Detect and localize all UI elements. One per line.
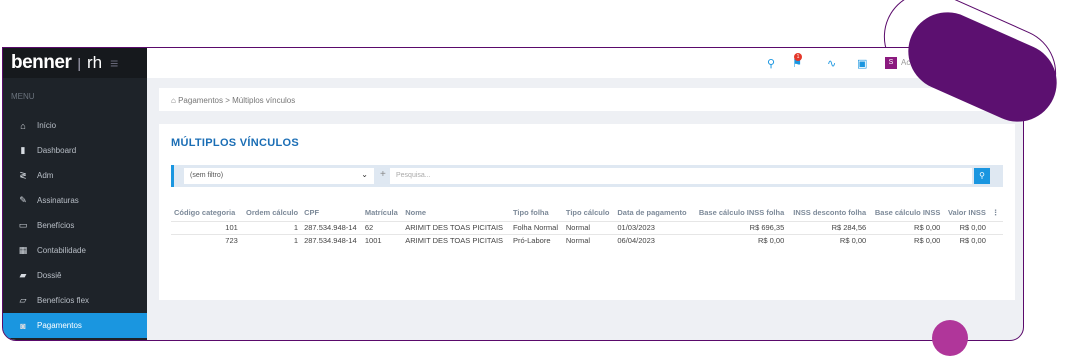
table-cell: Normal <box>562 234 615 247</box>
column-header[interactable]: Nome <box>402 208 510 222</box>
card-icon: ▭ <box>18 220 28 230</box>
table-cell: R$ 696,35 <box>692 221 788 235</box>
home-icon[interactable]: ⌂ <box>171 96 176 105</box>
sidebar-item-label: Dashboard <box>37 146 77 155</box>
column-header[interactable]: Valor INSS <box>943 208 989 222</box>
table-header-row: Código categoria Ordem cálculo CPF Matrícul… <box>171 208 1003 222</box>
chart-icon[interactable]: ∿ <box>827 57 836 70</box>
sidebar-menu: ⌂ Início ▮ Dashboard ≷ Adm ✎ Assinaturas ▭ Benefí… <box>3 113 147 338</box>
table-cell: 287.534.948-14 <box>301 234 362 247</box>
table-cell: ARIMIT DES TOAS PICITAIS <box>402 234 510 247</box>
sidebar-item-label: Benefícios flex <box>37 296 90 305</box>
logo-brand: benner <box>11 52 72 73</box>
table-cell: 06/04/2023 <box>614 234 693 247</box>
results-table: Código categoria Ordem cálculo CPF Matrícul… <box>171 208 1003 247</box>
folder-icon: ▰ <box>19 270 27 280</box>
sidebar-item-dashboard[interactable]: ▮ Dashboard <box>3 138 147 163</box>
column-header[interactable]: Tipo folha <box>510 208 563 222</box>
column-header[interactable]: Data de pagamento <box>614 208 692 222</box>
column-header[interactable]: INSS desconto folha <box>787 208 869 222</box>
table-cell <box>988 234 1003 247</box>
notification-badge: 1 <box>794 53 802 61</box>
column-header[interactable]: Código categoria <box>171 208 241 222</box>
table-cell: R$ 0,00 <box>869 234 944 247</box>
table-cell: 62 <box>361 221 403 235</box>
column-header[interactable]: Base cálculo INSS <box>869 208 943 222</box>
table-row[interactable]: 723 1 287.534.948-14 1001 ARIMIT DES TOAS PI… <box>171 234 1003 247</box>
table-row[interactable]: 101 1 287.534.948-14 62 ARIMIT DES TOAS PICI… <box>171 221 1003 235</box>
sidebar-item-in-cio[interactable]: ⌂ Início <box>3 113 147 138</box>
document-icon[interactable]: ▣ <box>857 57 867 70</box>
table-cell: 1 <box>240 221 302 235</box>
topbar: ⚲ ⚑ 1 ∿ ▣ S Ac <box>147 48 1023 78</box>
table-cell: 101 <box>171 221 241 235</box>
flex-card-icon: ▱ <box>19 295 27 305</box>
sidebar-item-label: Assinaturas <box>37 196 79 205</box>
content-card: MÚLTIPLOS VÍNCULOS (sem filtro) ⌄ + Pesq… <box>159 124 1015 300</box>
sidebar-item-label: Benefícios <box>37 221 75 230</box>
sidebar-item-benef-cios-flex[interactable]: ▱ Benefícios flex <box>3 288 147 313</box>
column-header[interactable]: CPF <box>301 208 362 222</box>
sidebar-item-contabilidade[interactable]: ▦ Contabilidade <box>3 238 147 263</box>
sidebar: benner | rh ≡ MENU ⌂ Início ▮ Dashboard ≷ Adm… <box>3 48 147 340</box>
table-cell: 723 <box>171 234 241 247</box>
signature-icon: ✎ <box>19 195 27 205</box>
page-title: MÚLTIPLOS VÍNCULOS <box>171 137 300 149</box>
bar-chart-icon: ▮ <box>20 145 26 155</box>
sidebar-item-label: Dossiê <box>37 271 62 280</box>
table-cell: R$ 0,00 <box>787 234 870 247</box>
table-body: 101 1 287.534.948-14 62 ARIMIT DES TOAS PICI… <box>171 221 1003 247</box>
sidebar-item-label: Pagamentos <box>37 321 82 330</box>
avatar[interactable]: S <box>885 57 897 69</box>
filter-bar: (sem filtro) ⌄ + Pesquisa... ⚲ <box>171 165 1003 187</box>
chevron-down-icon: ⌄ <box>361 170 368 179</box>
table-cell: Pró-Labore <box>509 234 563 247</box>
menu-heading: MENU <box>11 92 35 101</box>
table-cell: Folha Normal <box>509 221 563 235</box>
add-filter-icon[interactable]: + <box>380 169 386 180</box>
table-cell: R$ 0,00 <box>943 221 989 235</box>
sidebar-item-label: Início <box>37 121 57 130</box>
sidebar-item-adm[interactable]: ≷ Adm <box>3 163 147 188</box>
column-header[interactable]: Matrícula <box>362 208 402 222</box>
sidebar-item-label: Contabilidade <box>37 246 86 255</box>
logo-module: rh <box>87 53 103 72</box>
filter-select[interactable]: (sem filtro) ⌄ <box>184 168 374 184</box>
calculator-icon: ▦ <box>18 245 28 255</box>
table-cell <box>988 221 1003 235</box>
table-cell: 01/03/2023 <box>614 221 693 235</box>
table-cell: ARIMIT DES TOAS PICITAIS <box>402 221 510 235</box>
sidebar-item-benef-cios[interactable]: ▭ Benefícios <box>3 213 147 238</box>
table-cell: R$ 0,00 <box>943 234 989 247</box>
column-header[interactable]: Base cálculo INSS folha <box>692 208 787 222</box>
table-cell: R$ 284,56 <box>787 221 870 235</box>
logo-bar: benner | rh ≡ <box>3 48 147 78</box>
table-cell: 287.534.948-14 <box>301 221 362 235</box>
sidebar-item-pagamentos[interactable]: ◙ Pagamentos <box>3 313 147 338</box>
column-header[interactable]: Ordem cálculo <box>241 208 301 222</box>
column-header[interactable]: Tipo cálculo <box>563 208 614 222</box>
table-cell: Normal <box>562 221 615 235</box>
breadcrumb: ⌂ Pagamentos > Múltiplos vínculos <box>159 88 1015 111</box>
search-button[interactable]: ⚲ <box>974 168 990 184</box>
sidebar-item-assinaturas[interactable]: ✎ Assinaturas <box>3 188 147 213</box>
sidebar-item-dossi-[interactable]: ▰ Dossiê <box>3 263 147 288</box>
payment-icon: ◙ <box>20 320 26 331</box>
logo-separator: | <box>77 55 81 71</box>
table-cell: 1001 <box>361 234 403 247</box>
sliders-icon: ≷ <box>19 170 27 180</box>
table-cell: 1 <box>240 234 302 247</box>
search-icon[interactable]: ⚲ <box>767 57 775 70</box>
table-cell: R$ 0,00 <box>869 221 944 235</box>
menu-toggle-icon[interactable]: ≡ <box>110 55 118 71</box>
column-options-icon[interactable]: ⋮ <box>989 208 1003 222</box>
filter-select-value: (sem filtro) <box>190 172 224 179</box>
decorative-dot <box>932 320 968 356</box>
sidebar-item-label: Adm <box>37 171 54 180</box>
table-cell: R$ 0,00 <box>692 234 788 247</box>
search-input[interactable]: Pesquisa... <box>390 168 972 184</box>
breadcrumb-text: Pagamentos > Múltiplos vínculos <box>178 96 296 105</box>
app-window: benner | rh ≡ MENU ⌂ Início ▮ Dashboard ≷ Adm… <box>2 47 1024 341</box>
home-icon: ⌂ <box>20 120 26 131</box>
